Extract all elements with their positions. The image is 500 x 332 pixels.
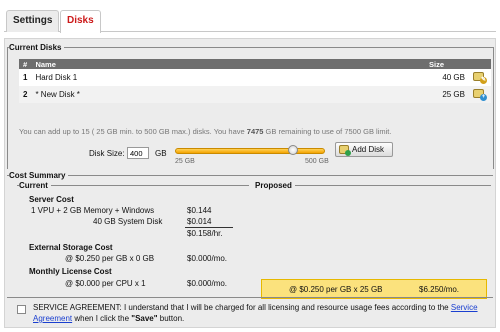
disks-table: # Name Size 1 Hard Disk 1 40 GB ✎ 2 * Ne… [19,59,491,103]
disk-size-label: Disk Size: [89,149,125,158]
column-header-size: Size [425,59,469,69]
disk-size-input[interactable] [127,147,149,159]
slider-max-label: 500 GB [305,158,329,165]
disk-num: 2 [19,86,32,103]
disk-size: 25 GB [425,86,469,103]
column-header-name: Name [31,59,425,69]
disk-name: * New Disk * [31,86,425,103]
disk-add-icon[interactable]: + [473,89,487,101]
server-line2-label: 40 GB System Disk [93,217,163,226]
fieldset-border [493,47,494,169]
license-rate: @ $0.000 per CPU x 1 [65,279,146,288]
table-row[interactable]: 1 Hard Disk 1 40 GB ✎ [19,69,491,86]
disks-panel: Current Disks # Name Size 1 Hard Disk 1 … [4,38,496,328]
server-cost-label: Server Cost [29,195,74,204]
server-line1-value: $0.144 [187,206,212,215]
fieldset-border [7,47,493,48]
disk-size-slider[interactable] [175,148,325,154]
external-proposed-rate: @ $0.250 per GB x 25 GB [289,285,383,294]
license-cost-label: Monthly License Cost [29,267,112,276]
current-divider [17,185,249,186]
tab-settings[interactable]: Settings [6,10,60,32]
tab-disks[interactable]: Disks [60,10,101,33]
add-disk-icon [339,145,351,156]
external-current-rate: @ $0.250 per GB x 0 GB [65,254,155,263]
note-text: You can add up to 15 ( 25 GB min. to 500… [19,127,247,136]
total-divider [185,227,233,228]
fieldset-border [7,297,493,298]
remaining-gb: 7475 [246,127,264,136]
disk-edit-icon[interactable]: ✎ [473,72,487,84]
external-storage-label: External Storage Cost [29,243,113,252]
external-proposed-value: $6.250/mo. [419,285,460,294]
current-title: Current [19,181,51,190]
column-header-action [469,59,491,69]
cost-summary-title: Cost Summary [9,171,69,180]
table-row[interactable]: 2 * New Disk * 25 GB + [19,86,491,103]
license-value: $0.000/mo. [187,279,228,288]
note-text: GB remaining to use of 7500 GB limit. [263,127,392,136]
server-total-value: $0.158/hr. [187,229,223,238]
disk-size-unit: GB [155,149,167,158]
disk-size: 40 GB [425,69,469,86]
tab-bar: Settings Disks [4,4,496,33]
external-current-value: $0.000/mo. [187,254,228,263]
current-disks-title: Current Disks [9,43,65,52]
add-disk-button[interactable]: Add Disk [335,142,393,157]
disk-limit-note: You can add up to 15 ( 25 GB min. to 500… [19,127,391,136]
server-line1-label: 1 VPU + 2 GB Memory + Windows [31,206,155,215]
service-agreement-text: SERVICE AGREEMENT: I understand that I w… [33,303,478,323]
fieldset-border [7,175,493,176]
disk-name: Hard Disk 1 [31,69,425,86]
slider-min-label: 25 GB [175,158,195,165]
disk-num: 1 [19,69,32,86]
proposed-title: Proposed [255,181,295,190]
column-header-num: # [19,59,32,69]
server-line2-value: $0.014 [187,217,212,226]
fieldset-border [7,47,8,169]
service-agreement-checkbox[interactable] [17,305,26,314]
